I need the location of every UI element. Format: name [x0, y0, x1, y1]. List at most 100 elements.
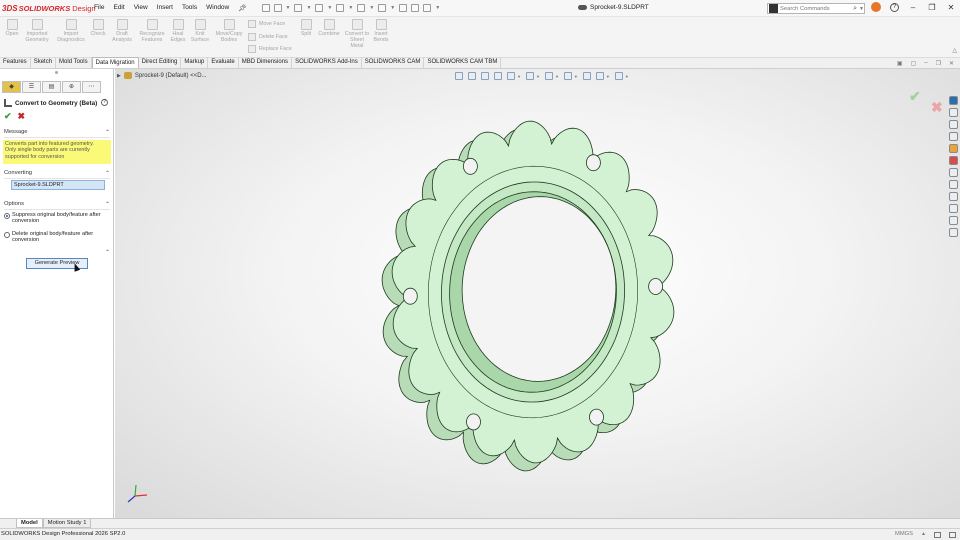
chevron-up-icon[interactable]: ⌃ [105, 170, 110, 177]
search-scope-icon[interactable] [769, 4, 778, 13]
options-gear-icon[interactable] [423, 4, 432, 12]
open-icon[interactable] [294, 4, 303, 12]
menu-insert[interactable]: Insert [157, 4, 173, 12]
chevron-down-icon[interactable]: ▼ [859, 6, 864, 12]
home-icon[interactable] [261, 4, 270, 12]
doc-restore-button[interactable]: ❐ [936, 60, 941, 67]
replace-face-button[interactable]: Replace Face [248, 45, 292, 53]
3dexperience-icon[interactable] [948, 192, 958, 201]
tab-sketch[interactable]: Sketch [31, 57, 57, 68]
search-input[interactable]: Search Commands [780, 6, 853, 12]
solidworks-forum-icon[interactable] [948, 180, 958, 189]
home-icon[interactable] [948, 204, 958, 213]
tab-solidworks-add-ins[interactable]: SOLIDWORKS Add-Ins [292, 57, 362, 68]
chevron-up-icon[interactable]: ▲ [921, 529, 926, 539]
tab-solidworks-cam-tbm[interactable]: SOLIDWORKS CAM TBM [424, 57, 502, 68]
rebuild-icon[interactable] [399, 4, 408, 12]
tab-markup[interactable]: Markup [181, 57, 209, 68]
import-diagnostics-button[interactable]: Import Diagnostics [54, 19, 88, 43]
chevron-up-icon[interactable]: ⌃ [105, 201, 110, 208]
check-button[interactable]: Check [89, 19, 107, 37]
panel-grip[interactable] [55, 71, 58, 74]
converting-selection-field[interactable]: Sprocket-9.SLDPRT [11, 180, 105, 190]
undo-icon[interactable] [336, 4, 345, 12]
preview-section-header[interactable]: ⌃ [4, 249, 110, 257]
more-tabs-icon[interactable]: ⋯ [82, 81, 101, 93]
open-button[interactable]: Open [3, 19, 21, 37]
measure-icon[interactable] [948, 216, 958, 225]
print-icon[interactable] [315, 4, 324, 12]
minimize-button[interactable]: – [908, 3, 918, 12]
menu-window[interactable]: Window [206, 4, 229, 12]
search-icon[interactable]: ⌕ [853, 5, 857, 13]
pin-window-icon[interactable]: ▢ [911, 60, 917, 67]
new-document-icon[interactable] [273, 4, 282, 12]
options-section-header[interactable]: Options ⌃ [4, 201, 110, 210]
option-delete-original[interactable]: Delete original body/feature after conve… [4, 231, 110, 244]
redo-icon[interactable] [357, 4, 366, 12]
tab-mold-tools[interactable]: Mold Tools [56, 57, 92, 68]
heal-edges-button[interactable]: Heal Edges [168, 19, 188, 43]
radio-button[interactable] [4, 232, 10, 238]
chevron-up-icon[interactable]: ⌃ [105, 249, 110, 256]
chevron-down-icon[interactable]: ▼ [369, 5, 374, 11]
sprocket-model[interactable] [115, 69, 960, 518]
menu-tools[interactable]: Tools [182, 4, 197, 12]
feature-manager-tab[interactable]: ◆ [2, 81, 21, 93]
tab-direct-editing[interactable]: Direct Editing [139, 57, 182, 68]
convert-to-sheet-metal-button[interactable]: Convert to Sheet Metal [344, 19, 370, 49]
tile-icon[interactable]: ▣ [897, 60, 903, 67]
radio-button-selected[interactable] [4, 213, 10, 219]
pin-icon[interactable]: 📌︎ [238, 4, 246, 12]
draft-analysis-button[interactable]: Draft Analysis [109, 19, 135, 43]
select-icon[interactable] [378, 4, 387, 12]
help-icon[interactable]: ? [890, 2, 899, 12]
close-button[interactable]: ✕ [946, 3, 956, 12]
knit-surface-button[interactable]: Knit Surface [189, 19, 211, 43]
collapse-ribbon-icon[interactable]: △ [952, 47, 957, 54]
chevron-up-icon[interactable]: ⌃ [105, 129, 110, 136]
app-logo[interactable]: 3DS SOLIDWORKS Design [2, 4, 96, 13]
chevron-down-icon[interactable]: ▼ [306, 5, 311, 11]
custom-properties-icon[interactable] [948, 168, 958, 177]
move-face-button[interactable]: Move Face [248, 20, 285, 28]
tab-model[interactable]: Model [16, 519, 43, 528]
tab-evaluate[interactable]: Evaluate [208, 57, 239, 68]
option-suppress-original[interactable]: Suppress original body/feature after con… [4, 212, 110, 225]
configuration-manager-tab[interactable]: ▤ [42, 81, 61, 93]
file-explorer-icon[interactable] [948, 120, 958, 129]
restore-button[interactable]: ❐ [927, 3, 937, 12]
delete-face-button[interactable]: Delete Face [248, 33, 288, 41]
pm-help-icon[interactable]: ? [101, 99, 108, 106]
tab-data-migration[interactable]: Data Migration [91, 57, 139, 68]
ok-button[interactable]: ✔ [4, 111, 12, 122]
menu-view[interactable]: View [134, 4, 148, 12]
chevron-down-icon[interactable]: ▼ [286, 5, 291, 11]
search-commands[interactable]: Search Commands ⌕ ▼ [767, 3, 865, 14]
tab-motion-study-1[interactable]: Motion Study 1 [42, 519, 92, 528]
dimxpert-manager-tab[interactable]: ⊕ [62, 81, 81, 93]
tab-solidworks-cam[interactable]: SOLIDWORKS CAM [362, 57, 425, 68]
combine-button[interactable]: Combine [316, 19, 342, 37]
menu-file[interactable]: File [94, 4, 104, 12]
tab-mbd-dimensions[interactable]: MBD Dimensions [239, 57, 293, 68]
doc-close-button[interactable]: ✕ [949, 60, 954, 67]
split-button[interactable]: Split [298, 19, 314, 37]
property-manager-tab[interactable]: ☰ [22, 81, 41, 93]
solidworks-resources-icon[interactable] [948, 96, 958, 105]
design-library-icon[interactable] [948, 108, 958, 117]
user-avatar[interactable] [871, 2, 881, 12]
chevron-down-icon[interactable]: ▼ [327, 5, 332, 11]
cancel-button[interactable]: ✖ [18, 111, 26, 122]
rebuild-status-icon[interactable] [934, 532, 941, 538]
graphics-area[interactable]: ▶ Sprocket-9 (Default) <<D... ▼ ▼ ▼ ▼ ▼ … [115, 69, 960, 518]
scenes-icon[interactable] [948, 156, 958, 165]
move-copy-bodies-button[interactable]: Move/Copy Bodies [213, 19, 245, 43]
doc-minimize-button[interactable]: – [924, 60, 927, 67]
menu-edit[interactable]: Edit [113, 4, 124, 12]
insert-bends-button[interactable]: Insert Bends [371, 19, 391, 43]
converting-section-header[interactable]: Converting ⌃ [4, 170, 110, 179]
imported-geometry-button[interactable]: Imported Geometry [23, 19, 51, 43]
appearances-icon[interactable] [948, 144, 958, 153]
results-icon[interactable] [948, 228, 958, 237]
